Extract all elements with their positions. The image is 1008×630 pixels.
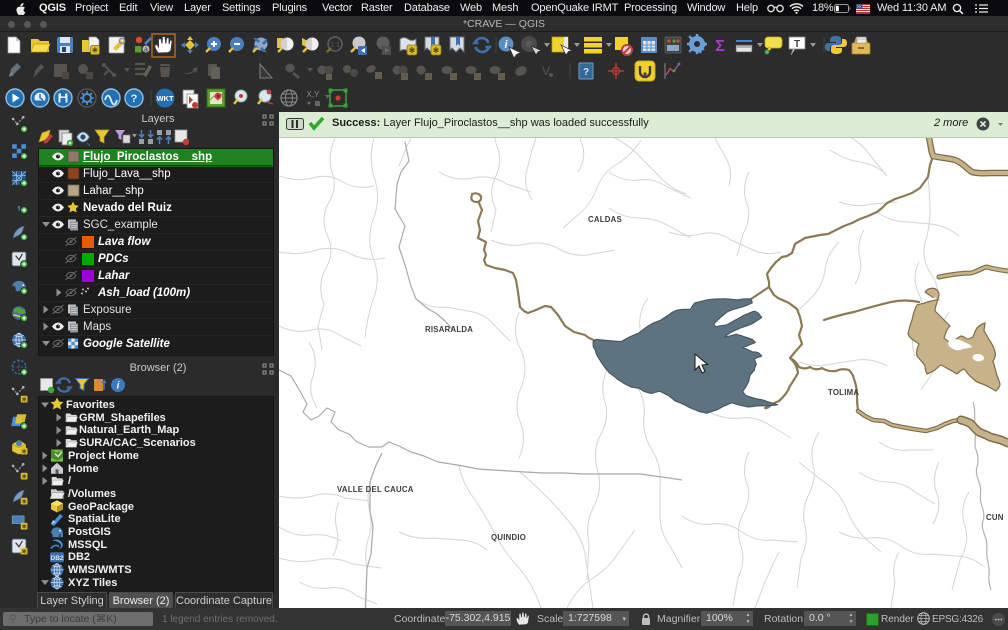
svg-text:WKT: WKT xyxy=(156,94,173,103)
svg-text:VALLE DEL CAUCA: VALLE DEL CAUCA xyxy=(337,485,414,494)
svg-text:RISARALDA: RISARALDA xyxy=(425,325,473,334)
svg-text:a: a xyxy=(144,47,148,54)
svg-text:X,Y: X,Y xyxy=(307,90,321,99)
svg-text:QUINDIO: QUINDIO xyxy=(491,533,526,542)
svg-text:DB2: DB2 xyxy=(50,555,63,562)
svg-text:TOLIMA: TOLIMA xyxy=(828,388,859,397)
svg-text:1:1: 1:1 xyxy=(330,42,340,49)
svg-text:?: ? xyxy=(583,67,589,78)
svg-text:i: i xyxy=(117,381,120,392)
svg-text:T: T xyxy=(794,39,800,50)
svg-text:V: V xyxy=(542,64,550,78)
svg-text:?: ? xyxy=(131,93,138,105)
svg-text:Σ: Σ xyxy=(715,38,725,55)
svg-text:CALDAS: CALDAS xyxy=(588,215,622,224)
svg-text:CUN: CUN xyxy=(986,513,1004,522)
